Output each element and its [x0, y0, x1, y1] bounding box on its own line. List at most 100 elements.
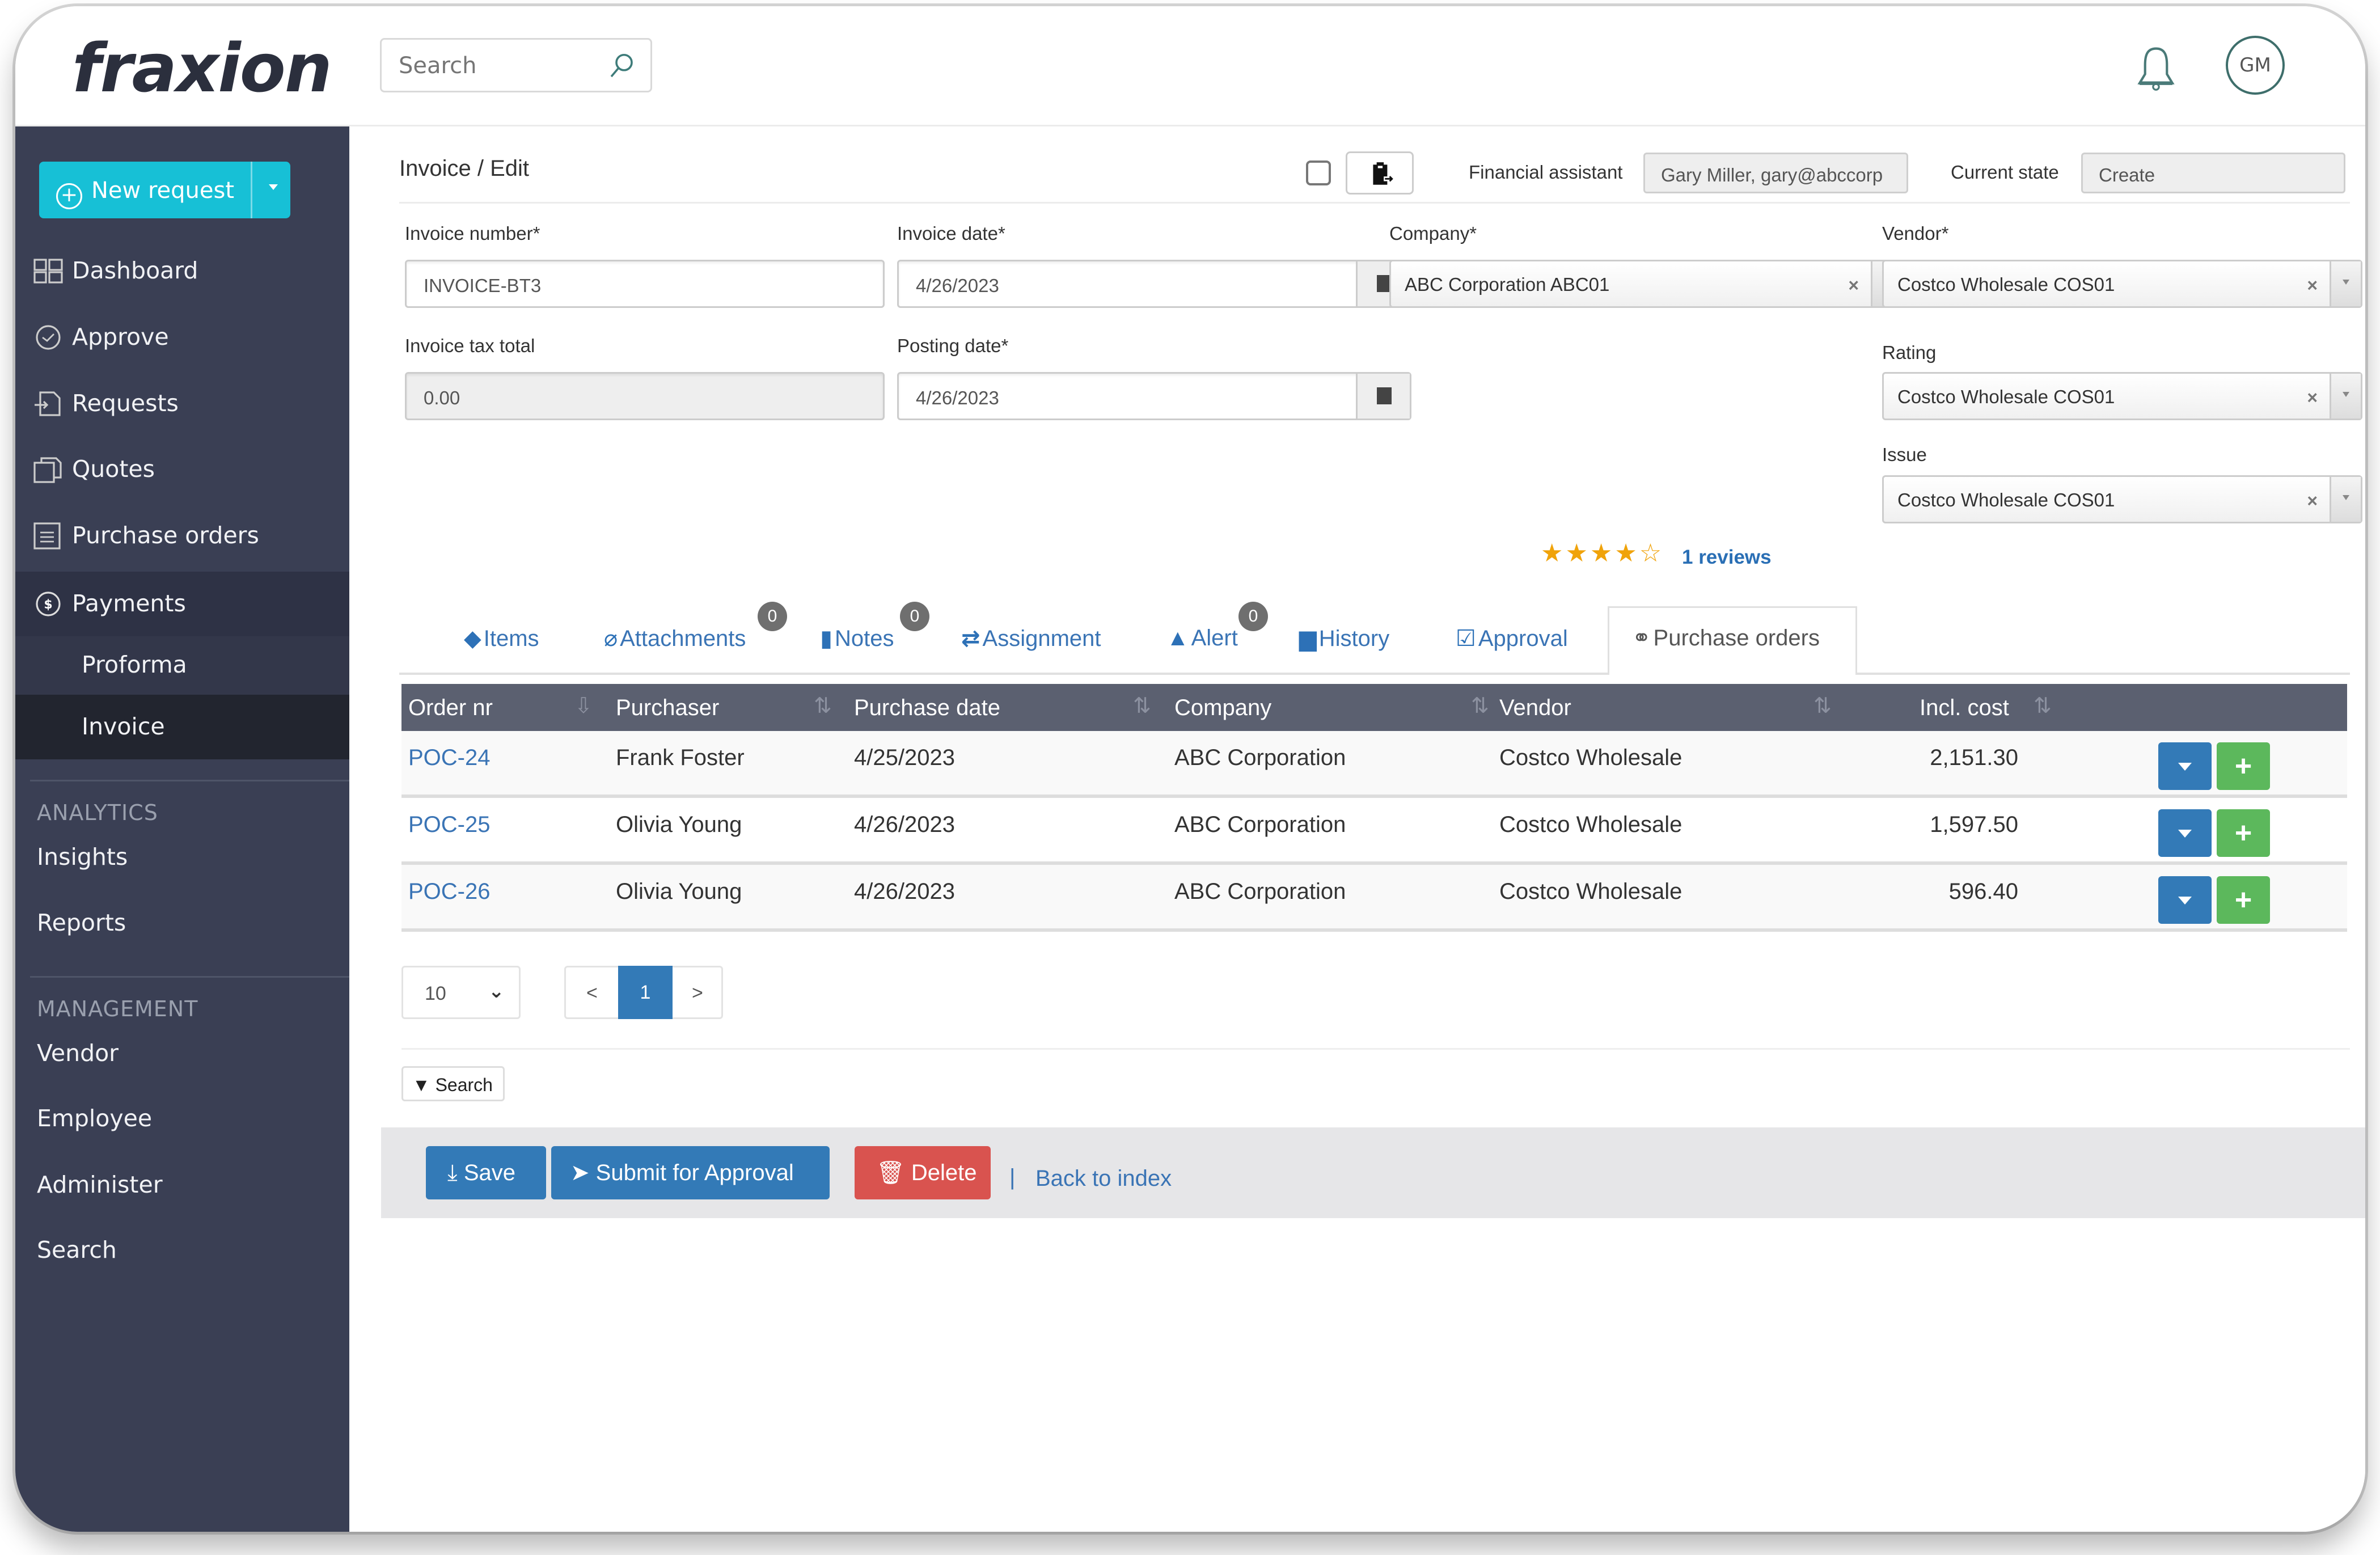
sort-icon[interactable]: ⇅ — [2034, 693, 2052, 719]
sidebar-item-administer[interactable]: Administer — [15, 1153, 349, 1218]
search-icon[interactable] — [606, 51, 637, 82]
delete-label: Delete — [911, 1160, 977, 1185]
row-add-button[interactable]: + — [2217, 809, 2270, 857]
column-header-purchaser[interactable]: Purchaser — [616, 695, 719, 721]
alert-count-badge: 0 — [1238, 602, 1268, 631]
tab-assignment[interactable]: ⇄ Assignment — [961, 626, 1101, 652]
tab-attachments[interactable]: ⌀ Attachments — [604, 626, 746, 652]
reviews-link[interactable]: 1 reviews — [1682, 546, 1772, 569]
sidebar-item-vendor[interactable]: Vendor — [15, 1021, 349, 1086]
posting-date-field[interactable]: 4/26/2023 — [897, 372, 1411, 420]
sidebar-item-label: Administer — [37, 1171, 163, 1198]
rating-value: Costco Wholesale COS01 — [1897, 386, 2115, 407]
row-dropdown-button[interactable] — [2158, 742, 2212, 790]
request-icon — [35, 391, 61, 416]
chevron-down-icon: ⌄ — [488, 981, 505, 1002]
row-dropdown-button[interactable] — [2158, 876, 2212, 924]
sort-icon[interactable]: ⇅ — [1471, 693, 1489, 719]
dropdown-arrow-icon[interactable] — [2330, 374, 2361, 419]
brand-logo[interactable]: fraxion — [72, 29, 332, 107]
notes-count-badge: 0 — [900, 602, 929, 631]
top-header: fraxion GM — [15, 6, 2365, 126]
company-cell: ABC Corporation — [1174, 745, 1346, 770]
tab-notes[interactable]: ▮ Notes — [820, 626, 894, 652]
sort-icon[interactable]: ⇅ — [814, 693, 832, 719]
delete-button[interactable]: 🗑 Delete — [855, 1146, 991, 1199]
sort-icon[interactable]: ⇅ — [1133, 693, 1151, 719]
tab-history[interactable]: ▆ History — [1299, 626, 1389, 652]
issue-select[interactable]: Costco Wholesale COS01 × — [1882, 475, 2362, 523]
order-link[interactable]: POC-24 — [408, 745, 491, 771]
clear-icon[interactable]: × — [2307, 387, 2318, 408]
clear-icon[interactable]: × — [1848, 275, 1859, 296]
sidebar-item-quotes[interactable]: Quotes — [15, 437, 349, 502]
company-select[interactable]: ABC Corporation ABC01 × — [1389, 260, 1904, 308]
order-link[interactable]: POC-25 — [408, 812, 491, 838]
date-cell: 4/25/2023 — [854, 745, 955, 770]
sidebar-item-label: Reports — [37, 909, 126, 936]
invoice-number-field[interactable]: INVOICE-BT3 — [405, 260, 885, 308]
search-toggle-button[interactable]: ▼ Search — [401, 1066, 505, 1101]
order-link[interactable]: POC-26 — [408, 879, 491, 905]
sidebar-item-dashboard[interactable]: Dashboard — [15, 239, 349, 303]
table-row: POC-26 Olivia Young 4/26/2023 ABC Corpor… — [401, 865, 2347, 932]
caret-down-icon[interactable] — [269, 184, 278, 190]
clear-icon[interactable]: × — [2307, 275, 2318, 296]
tab-approval[interactable]: ☑ Approval — [1456, 626, 1568, 652]
invoice-date-field[interactable]: 4/26/2023 — [897, 260, 1411, 308]
user-avatar[interactable]: GM — [2226, 36, 2285, 95]
tab-items[interactable]: ◆ Items — [464, 626, 539, 652]
sidebar-item-search[interactable]: Search — [15, 1218, 349, 1283]
page-1-button[interactable]: 1 — [618, 966, 673, 1019]
vendor-select[interactable]: Costco Wholesale COS01 × — [1882, 260, 2362, 308]
tab-alert[interactable]: ▲ Alert — [1166, 626, 1238, 651]
dropdown-arrow-icon[interactable] — [2330, 261, 2361, 306]
search-input[interactable] — [398, 52, 604, 79]
download-icon: ⤓ — [447, 1160, 458, 1185]
sidebar-item-approve[interactable]: Approve — [15, 305, 349, 370]
sidebar-item-proforma[interactable]: Proforma — [15, 636, 349, 695]
sidebar-item-insights[interactable]: Insights — [15, 825, 349, 890]
prev-page-button[interactable]: < — [586, 982, 598, 1004]
column-header-purchase-date[interactable]: Purchase date — [854, 695, 1000, 721]
sort-icon[interactable]: ⇅ — [1813, 693, 1832, 719]
row-dropdown-button[interactable] — [2158, 809, 2212, 857]
sidebar-item-employee[interactable]: Employee — [15, 1087, 349, 1151]
sidebar-item-purchase-orders[interactable]: Purchase orders — [15, 504, 349, 568]
sidebar-item-label: Search — [37, 1236, 117, 1264]
bell-icon[interactable] — [2133, 43, 2179, 94]
save-button[interactable]: ⤓ Save — [426, 1146, 546, 1199]
row-add-button[interactable]: + — [2217, 876, 2270, 924]
tab-purchase-orders[interactable]: ⚭ Purchase orders — [1608, 606, 1857, 675]
next-page-button[interactable]: > — [692, 982, 703, 1004]
back-to-index-link[interactable]: Back to index — [1035, 1166, 1172, 1191]
submit-for-approval-button[interactable]: ➤ Submit for Approval — [551, 1146, 830, 1199]
save-label: Save — [463, 1160, 515, 1185]
column-header-company[interactable]: Company — [1174, 695, 1271, 721]
column-header-order-nr[interactable]: Order nr — [408, 695, 493, 721]
sidebar-item-invoice[interactable]: Invoice — [15, 695, 349, 759]
sidebar-item-reports[interactable]: Reports — [15, 891, 349, 956]
column-header-incl-cost[interactable]: Incl. cost — [1920, 695, 2009, 721]
posting-date-picker-button[interactable] — [1356, 374, 1410, 419]
separator: | — [1009, 1165, 1016, 1190]
clipboard-action-button[interactable] — [1346, 151, 1414, 195]
column-header-vendor[interactable]: Vendor — [1499, 695, 1571, 721]
rating-select[interactable]: Costco Wholesale COS01 × — [1882, 372, 2362, 420]
calendar-icon — [1377, 387, 1392, 404]
tab-label: History — [1318, 626, 1390, 651]
new-request-button[interactable]: + New request — [39, 162, 290, 218]
current-state-field: Create — [2081, 153, 2345, 193]
dropdown-arrow-icon[interactable] — [2330, 477, 2361, 522]
section-title-management: MANAGEMENT — [37, 996, 198, 1021]
sidebar-item-payments[interactable]: $ Payments — [15, 572, 349, 636]
row-add-button[interactable]: + — [2217, 742, 2270, 790]
issue-value: Costco Wholesale COS01 — [1897, 489, 2115, 510]
sort-desc-icon[interactable]: ⇩ — [574, 693, 593, 719]
global-search[interactable] — [380, 38, 652, 92]
clear-icon[interactable]: × — [2307, 491, 2318, 512]
posting-date-value: 4/26/2023 — [916, 387, 999, 408]
sidebar-item-requests[interactable]: Requests — [15, 371, 349, 436]
page-size-select[interactable]: 10 ⌄ — [401, 966, 521, 1019]
select-checkbox[interactable] — [1306, 160, 1331, 185]
